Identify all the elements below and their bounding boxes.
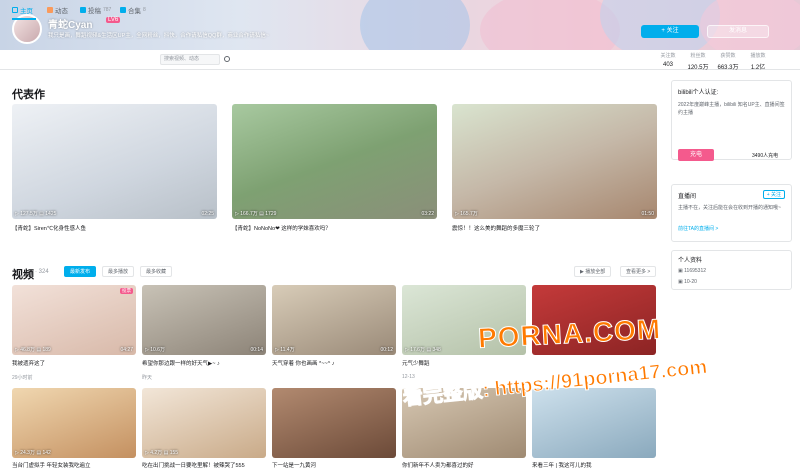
tab-uploads-label: 投稿 bbox=[88, 8, 101, 15]
tab-collections[interactable]: 合集 8 bbox=[120, 5, 146, 15]
message-button[interactable]: 发消息 bbox=[707, 25, 769, 38]
charge-count: 3490人充电 bbox=[752, 153, 779, 159]
video-card[interactable]: ▷ 4.2万 ▤ 155 bbox=[142, 388, 266, 458]
video-card[interactable]: ▷ 11.4万 00:12 bbox=[272, 285, 396, 355]
video-duration: 03:22 bbox=[421, 211, 434, 217]
tab-home[interactable]: 主页 bbox=[12, 5, 33, 15]
video-card[interactable]: ▷ 24.3万 ▤ 142 bbox=[12, 388, 136, 458]
video-meta: ▷ 165.7万 bbox=[455, 211, 478, 217]
username: 青蛇Cyan bbox=[48, 20, 93, 31]
tab-collections-label: 合集 bbox=[128, 8, 141, 15]
masterpiece-title-2[interactable]: 【青蛇】NoNoNo❤ 这样的学妹喜欢吗？ bbox=[232, 224, 437, 232]
video-date: 昨天 bbox=[142, 375, 153, 381]
video-title[interactable]: 来看三年 | 我这可儿的我 bbox=[532, 461, 656, 469]
live-follow-button[interactable]: + 关注 bbox=[762, 190, 785, 199]
stats-bar: 关注数 403 粉丝数 120.5万 获赞数 663.3万 播放数 1.2亿 bbox=[656, 52, 770, 71]
video-title[interactable]: 希望你那边跟一样的好天气▶~ ♪ bbox=[142, 359, 266, 367]
stat-plays: 播放数 1.2亿 bbox=[750, 53, 766, 71]
masterpiece-card-1[interactable]: ▷ 127.5万 ▤ 1425 02:25 bbox=[12, 104, 217, 219]
birthday-row: ▣ 10-20 bbox=[678, 279, 697, 285]
tab-dynamic[interactable]: 动态 bbox=[47, 5, 68, 15]
live-room-link[interactable]: 前往TA的直播间 > bbox=[678, 225, 718, 232]
dynamic-icon bbox=[47, 7, 53, 13]
masterpiece-card-3[interactable]: ▷ 165.7万 01:50 bbox=[452, 104, 657, 219]
videos-count: · 324 bbox=[35, 269, 49, 275]
filter-most-played[interactable]: 最多播放 bbox=[102, 266, 135, 277]
tab-home-label: 主页 bbox=[20, 8, 33, 15]
play-all-button[interactable]: ▶ 播放全部 bbox=[574, 266, 612, 277]
masterpiece-title: 代表作 bbox=[12, 89, 45, 101]
tab-uploads-count: 787 bbox=[103, 7, 112, 13]
video-meta: ▷ 127.5万 ▤ 1425 bbox=[15, 211, 57, 217]
filter-most-favorited[interactable]: 最多收藏 bbox=[140, 266, 173, 277]
live-panel: 直播间 + 关注 主播不在，关注后能在会在收到开播的通知哦~ 前往TA的直播间 … bbox=[671, 184, 792, 242]
video-icon bbox=[80, 7, 86, 13]
search-input[interactable]: 搜索视频、动态 bbox=[160, 54, 220, 65]
video-meta: ▷ 166.7万 ▤ 1729 bbox=[235, 211, 277, 217]
live-desc: 主播不在，关注后能在会在收到开播的通知哦~ bbox=[678, 205, 781, 211]
tab-active-indicator bbox=[12, 18, 36, 20]
video-card[interactable] bbox=[272, 388, 396, 458]
tab-collections-count: 8 bbox=[143, 7, 146, 13]
uid-row: ▣ 11695312 bbox=[678, 268, 706, 274]
vote-badge: 投票 bbox=[120, 288, 133, 294]
video-title[interactable]: 天气穿着 你也画画 *~~^ ♪ bbox=[272, 359, 396, 367]
video-title[interactable]: 元气少舞蹈 bbox=[402, 359, 526, 367]
home-icon bbox=[12, 7, 18, 13]
video-card[interactable] bbox=[532, 388, 656, 458]
signature: 我只是画，舞蹈视频&生活区UP主，全网粉丝，抖快，合作请私信QQ群，商业合作请私… bbox=[48, 33, 270, 39]
video-title[interactable]: 我被遗弃这了 bbox=[12, 359, 136, 367]
video-duration: 01:50 bbox=[641, 211, 654, 217]
tab-uploads[interactable]: 投稿 787 bbox=[80, 5, 111, 15]
follow-button[interactable]: + 关注 bbox=[641, 25, 699, 38]
video-card[interactable]: ▷ 10.6万 00:14 bbox=[142, 285, 266, 355]
video-date: 12-13 bbox=[402, 374, 415, 380]
videos-title: 视频 bbox=[12, 269, 34, 281]
video-duration: 02:25 bbox=[201, 211, 214, 217]
video-title[interactable]: 吃在出门挑战一日要吃里解！被辣哭了555 bbox=[142, 461, 266, 469]
info-title: 个人资料 bbox=[678, 258, 703, 264]
masterpiece-title-3[interactable]: 震惊！！这么美的舞蹈的多魔三轮了 bbox=[452, 224, 657, 232]
auth-text: 2022年度巅峰主播，bilibili 知名UP主、直播间签约主播 bbox=[678, 102, 785, 116]
video-date: 29小时前 bbox=[12, 375, 33, 381]
masterpiece-card-2[interactable]: ▷ 166.7万 ▤ 1729 03:22 bbox=[232, 104, 437, 219]
video-title[interactable]: 你们新年不人卖为都喜过的好 bbox=[402, 461, 526, 469]
video-title[interactable]: 当台门虚拟手 年轻女装我吃遍立 bbox=[12, 461, 136, 469]
stat-likes: 获赞数 663.3万 bbox=[717, 53, 739, 71]
charge-button[interactable]: 充电 bbox=[678, 149, 714, 161]
video-title[interactable]: 下一站是一九黄河 bbox=[272, 461, 396, 469]
collection-icon bbox=[120, 7, 126, 13]
filter-latest[interactable]: 最新发布 bbox=[64, 266, 97, 277]
info-panel: 个人资料 ▣ 11695312 ▣ 10-20 bbox=[671, 250, 792, 290]
more-button[interactable]: 查看更多 > bbox=[620, 266, 657, 277]
masterpiece-title-1[interactable]: 【青蛇】Siren℃化身性感人鱼 bbox=[12, 224, 217, 232]
live-title: 直播间 bbox=[678, 194, 697, 200]
level-badge: LV6 bbox=[106, 17, 121, 23]
auth-panel: bilibili个人认证: 2022年度巅峰主播，bilibili 知名UP主、… bbox=[671, 80, 792, 161]
video-card[interactable]: 投票 ▷ 46.8万 ▤ 189 04:27 bbox=[12, 285, 136, 355]
stat-followers[interactable]: 粉丝数 120.5万 bbox=[686, 52, 710, 71]
auth-label: bilibili个人认证: bbox=[678, 90, 719, 96]
search-icon[interactable] bbox=[224, 56, 230, 62]
stat-following[interactable]: 关注数 403 bbox=[656, 52, 680, 71]
tab-dynamic-label: 动态 bbox=[55, 8, 68, 15]
